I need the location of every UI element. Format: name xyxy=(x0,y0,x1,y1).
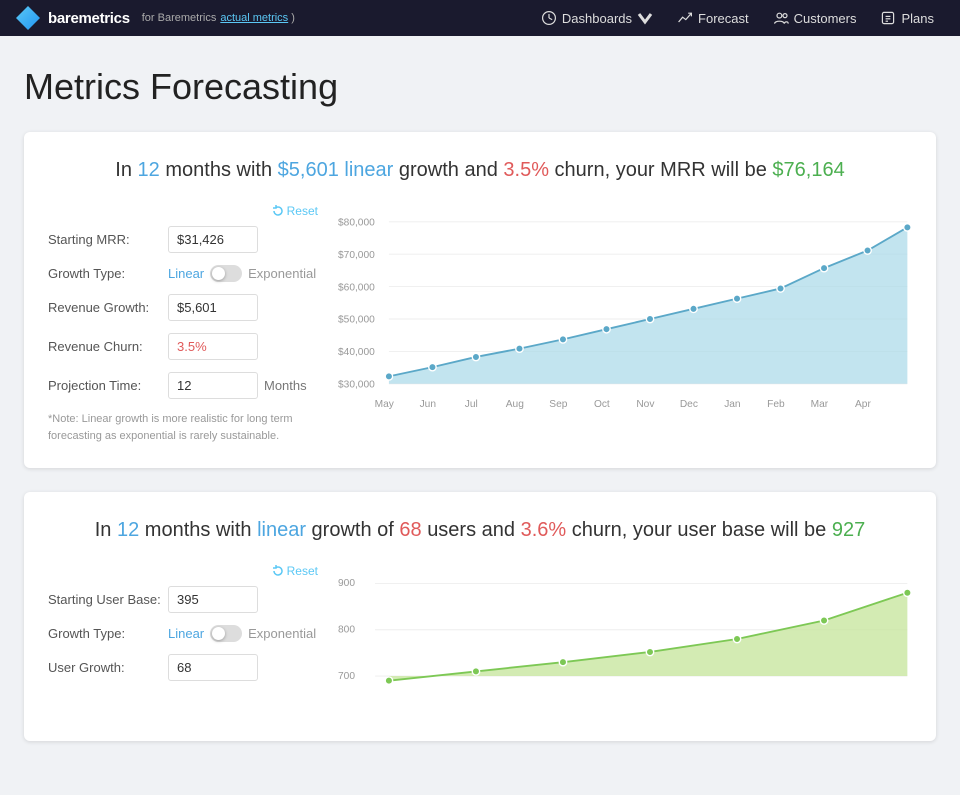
svg-text:$50,000: $50,000 xyxy=(338,315,375,326)
users-card: In 12 months with linear growth of 68 us… xyxy=(24,492,936,741)
svg-text:Sep: Sep xyxy=(549,399,567,410)
users-chart-svg: 900 800 700 xyxy=(338,564,912,714)
users-growth-type-row: Growth Type: Linear Exponential xyxy=(48,625,318,642)
chevron-down-icon xyxy=(637,10,653,26)
mrr-controls: Reset Starting MRR: Growth Type: Linear … xyxy=(48,204,318,444)
mrr-growth-type: linear xyxy=(344,159,393,181)
starting-base-input[interactable] xyxy=(168,586,258,613)
svg-text:700: 700 xyxy=(338,671,355,682)
reset-icon xyxy=(272,205,284,217)
users-growth-type-label: Growth Type: xyxy=(48,626,168,641)
svg-text:Jun: Jun xyxy=(420,399,436,410)
users-churn: 3.6% xyxy=(521,519,567,541)
nav-actual-link[interactable]: actual metrics xyxy=(220,12,288,24)
nav-actual-paren: ) xyxy=(288,12,295,24)
svg-text:Mar: Mar xyxy=(811,399,829,410)
nav-item-customers[interactable]: Customers xyxy=(763,6,867,30)
svg-text:$40,000: $40,000 xyxy=(338,347,375,358)
svg-text:900: 900 xyxy=(338,578,355,589)
nav-for: for Baremetrics xyxy=(142,12,217,24)
svg-text:May: May xyxy=(375,399,395,410)
months-label: Months xyxy=(264,378,307,393)
users-months: 12 xyxy=(117,519,139,541)
revenue-growth-input[interactable] xyxy=(168,294,258,321)
page-title: Metrics Forecasting xyxy=(24,66,936,108)
mrr-chart-svg: $80,000 $70,000 $60,000 $50,000 $40,000 … xyxy=(338,204,912,434)
svg-text:Jan: Jan xyxy=(724,399,740,410)
forecast-icon xyxy=(677,10,693,26)
starting-base-label: Starting User Base: xyxy=(48,592,168,607)
nav-item-dashboards[interactable]: Dashboards xyxy=(531,6,663,30)
brand-name: baremetrics xyxy=(48,10,130,27)
growth-type-label: Growth Type: xyxy=(48,266,168,281)
starting-mrr-label: Starting MRR: xyxy=(48,232,168,247)
svg-text:$70,000: $70,000 xyxy=(338,250,375,261)
svg-text:$30,000: $30,000 xyxy=(338,380,375,391)
users-exponential-label[interactable]: Exponential xyxy=(248,626,316,641)
mrr-chart: $80,000 $70,000 $60,000 $50,000 $40,000 … xyxy=(338,204,912,444)
nav-item-forecast[interactable]: Forecast xyxy=(667,6,759,30)
customers-icon xyxy=(773,10,789,26)
logo-diamond xyxy=(16,6,40,30)
logo: baremetrics xyxy=(16,6,130,30)
linear-label[interactable]: Linear xyxy=(168,266,204,281)
users-reset-button[interactable]: Reset xyxy=(272,564,318,578)
mrr-reset-button[interactable]: Reset xyxy=(272,204,318,218)
revenue-churn-input[interactable] xyxy=(168,333,258,360)
mrr-card: In 12 months with $5,601 linear growth a… xyxy=(24,132,936,468)
user-growth-label: User Growth: xyxy=(48,660,168,675)
users-chart: 900 800 700 xyxy=(338,564,912,717)
svg-text:Dec: Dec xyxy=(680,399,698,410)
users-linear-label[interactable]: Linear xyxy=(168,626,204,641)
projection-label: Projection Time: xyxy=(48,378,168,393)
svg-text:Jul: Jul xyxy=(465,399,478,410)
users-count: 68 xyxy=(399,519,421,541)
svg-text:Oct: Oct xyxy=(594,399,610,410)
user-growth-row: User Growth: xyxy=(48,654,318,681)
starting-base-row: Starting User Base: xyxy=(48,586,318,613)
users-toggle-knob xyxy=(212,627,225,640)
projection-input[interactable] xyxy=(168,372,258,399)
users-headline: In 12 months with linear growth of 68 us… xyxy=(48,516,912,544)
users-reset-icon xyxy=(272,565,284,577)
svg-text:Feb: Feb xyxy=(767,399,785,410)
svg-text:Nov: Nov xyxy=(636,399,655,410)
mrr-growth-value: $5,601 xyxy=(278,159,339,181)
starting-mrr-row: Starting MRR: xyxy=(48,226,318,253)
nav-items: Dashboards Forecast Customers xyxy=(531,6,944,30)
revenue-churn-label: Revenue Churn: xyxy=(48,339,168,354)
plans-icon xyxy=(880,10,896,26)
projection-row: Projection Time: Months xyxy=(48,372,318,399)
revenue-churn-row: Revenue Churn: xyxy=(48,333,318,360)
mrr-churn: 3.5% xyxy=(503,159,549,181)
svg-text:$60,000: $60,000 xyxy=(338,282,375,293)
mrr-headline: In 12 months with $5,601 linear growth a… xyxy=(48,156,912,184)
growth-type-row: Growth Type: Linear Exponential xyxy=(48,265,318,282)
nav-item-plans[interactable]: Plans xyxy=(870,6,944,30)
revenue-growth-row: Revenue Growth: xyxy=(48,294,318,321)
revenue-growth-label: Revenue Growth: xyxy=(48,300,168,315)
mrr-months: 12 xyxy=(138,159,160,181)
mrr-result: $76,164 xyxy=(772,159,844,181)
svg-text:$80,000: $80,000 xyxy=(338,217,375,228)
growth-toggle[interactable] xyxy=(210,265,242,282)
users-result: 927 xyxy=(832,519,865,541)
dashboard-icon xyxy=(541,10,557,26)
svg-text:Aug: Aug xyxy=(506,399,524,410)
svg-text:Apr: Apr xyxy=(855,399,871,410)
svg-text:800: 800 xyxy=(338,625,355,636)
user-growth-input[interactable] xyxy=(168,654,258,681)
users-growth-toggle[interactable] xyxy=(210,625,242,642)
users-controls: Reset Starting User Base: Growth Type: L… xyxy=(48,564,318,717)
toggle-knob xyxy=(212,267,225,280)
starting-mrr-input[interactable] xyxy=(168,226,258,253)
mrr-note: *Note: Linear growth is more realistic f… xyxy=(48,411,318,444)
exponential-label[interactable]: Exponential xyxy=(248,266,316,281)
users-growth-type: linear xyxy=(257,519,306,541)
